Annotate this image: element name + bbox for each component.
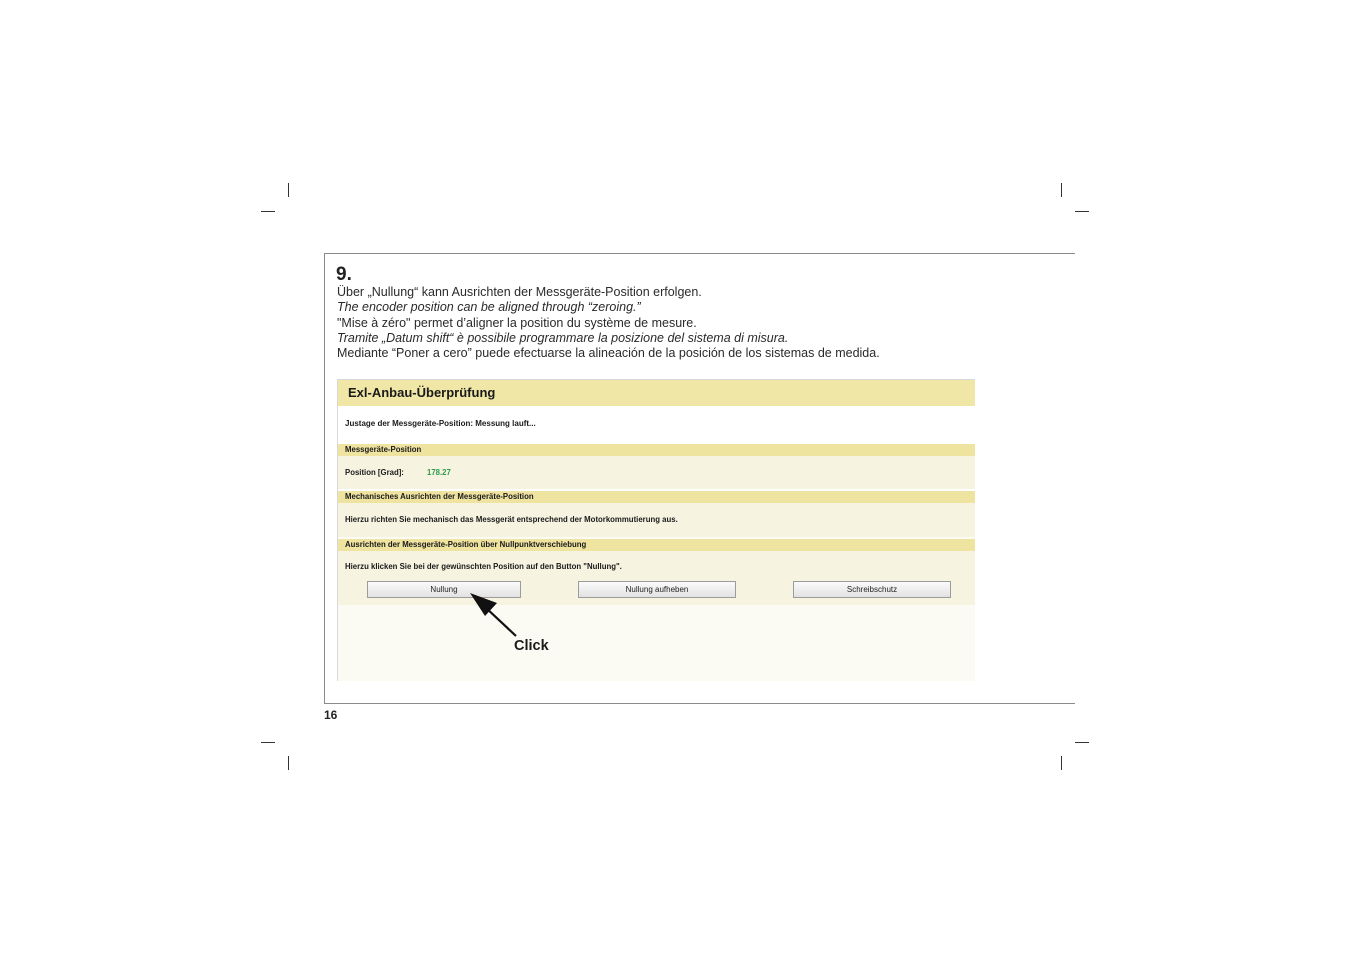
pointer-arrow-icon <box>470 593 517 637</box>
click-annotation: Click <box>514 638 549 654</box>
page-number: 16 <box>324 708 338 722</box>
